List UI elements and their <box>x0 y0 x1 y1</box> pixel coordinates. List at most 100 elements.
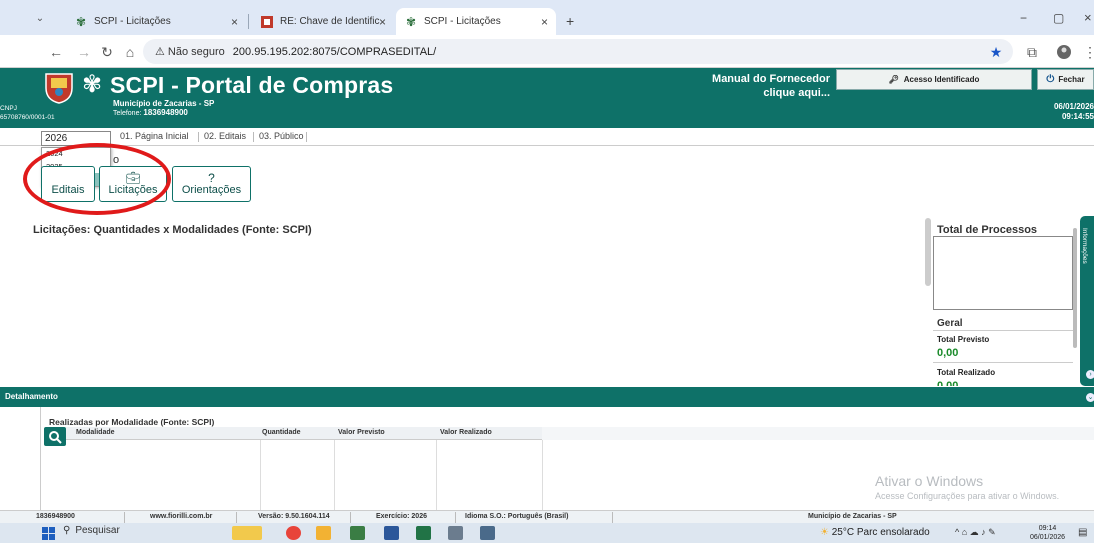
nav-separator <box>306 132 307 142</box>
new-tab-button[interactable]: + <box>566 13 574 29</box>
clock-date: 06/01/2026 <box>1030 534 1066 541</box>
maximize-icon[interactable]: ▢ <box>1053 11 1064 25</box>
status-separator <box>124 512 125 523</box>
close-tab-icon[interactable]: × <box>541 15 548 29</box>
date-time: 06/01/2026 09:14:55 <box>1040 102 1094 122</box>
detalhamento-bar[interactable]: Detalhamento <box>0 387 1094 407</box>
orientacoes-label: Orientações <box>181 184 242 196</box>
status-versao: Versão: 9.50.1604.114 <box>258 513 330 520</box>
orientacoes-button[interactable]: ? Orientações <box>172 166 251 202</box>
tab-label: SCPI - Licitações <box>424 16 501 27</box>
nav-pagina-inicial[interactable]: 01. Página Inicial <box>120 131 189 141</box>
taskbar-widget-icon[interactable] <box>232 526 262 540</box>
editais-label: Editais <box>51 184 85 196</box>
divider <box>933 330 1073 331</box>
close-tab-icon[interactable]: × <box>231 15 238 29</box>
windows-activation-watermark: Ativar o Windows Acesse Configurações pa… <box>875 473 1059 501</box>
weather-label: 25°C Parc ensolarado <box>831 527 930 538</box>
portal-title: SCPI - Portal de Compras <box>110 72 394 98</box>
minimize-icon[interactable]: − <box>1020 11 1027 25</box>
col-valor-previsto[interactable]: Valor Previsto <box>338 429 385 436</box>
forward-icon[interactable]: → <box>74 42 94 62</box>
manual-fornecedor-link[interactable]: Manual do Fornecedor clique aqui... <box>690 72 830 100</box>
taskbar-search[interactable]: ⚲ Pesquisar <box>63 525 120 536</box>
licitacoes-button[interactable]: 💼︎ Licitações <box>99 166 167 202</box>
divider <box>933 362 1073 363</box>
scpi-app-icon[interactable] <box>350 526 365 540</box>
app-icon[interactable] <box>480 526 495 540</box>
status-bar: 1836948900 www.fiorilli.com.br Versão: 9… <box>0 510 1094 523</box>
nav-publico[interactable]: 03. Público <box>259 131 304 141</box>
total-processos-title: Total de Processos <box>937 224 1038 236</box>
municipal-coat-of-arms-logo <box>45 73 73 104</box>
tab-scpi-licitacoes-1[interactable]: ✾ SCPI - Licitações × <box>66 8 246 35</box>
weather-sun-icon: ☀ <box>820 527 829 538</box>
briefcase-icon: 💼︎ <box>125 171 141 185</box>
close-window-icon[interactable]: × <box>1084 10 1092 25</box>
year-option[interactable]: 2024 <box>42 148 110 161</box>
browser-tab-bar: ⌄ ✾ SCPI - Licitações × RE: Chave de Ide… <box>0 0 1094 35</box>
scpi-favicon-icon: ✾ <box>75 14 87 29</box>
url-input[interactable]: ⚠ Não seguro 200.95.195.202:8075/COMPRAS… <box>143 39 1013 64</box>
status-separator <box>612 512 613 523</box>
tab-scpi-licitacoes-active[interactable]: ✾ SCPI - Licitações × <box>396 8 556 35</box>
collapse-arrow-icon[interactable]: › <box>1086 370 1094 379</box>
column-divider <box>436 440 437 510</box>
menu-kebab-icon[interactable]: ⋮ <box>1080 42 1094 62</box>
chart-title: Licitações: Quantidades x Modalidades (F… <box>33 224 312 236</box>
back-icon[interactable]: ← <box>46 42 66 62</box>
cnpj-label: CNPJ <box>0 105 17 112</box>
col-modalidade[interactable]: Modalidade <box>76 429 115 436</box>
col-quantidade[interactable]: Quantidade <box>262 429 301 436</box>
acesso-label: Acesso Identificado <box>903 75 980 84</box>
expand-arrow-icon[interactable]: ⌄ <box>1086 393 1094 402</box>
right-panel-scrollbar[interactable] <box>925 218 931 286</box>
chrome-icon[interactable] <box>286 526 301 540</box>
security-label: Não seguro <box>167 46 225 58</box>
cnpj-block: CNPJ 65708760/0001-01 <box>0 104 55 122</box>
table-header: Modalidade Quantidade Valor Previsto Val… <box>66 427 542 440</box>
scpi-emblem-icon: ✾ <box>82 71 103 98</box>
tab-list-chevron-icon[interactable]: ⌄ <box>30 8 50 28</box>
weather-widget[interactable]: ☀ 25°C Parc ensolarado <box>820 527 930 538</box>
system-tray-icons[interactable]: ^ ⌂ ☁ ♪ ✎ <box>955 527 996 538</box>
page-heading-partial: o <box>113 154 120 166</box>
home-icon[interactable]: ⌂ <box>120 42 140 62</box>
fechar-label: Fechar <box>1058 75 1085 84</box>
status-municipio: Município de Zacarias - SP <box>808 513 897 520</box>
not-secure-warning-icon[interactable]: ⚠ Não seguro <box>155 45 225 58</box>
search-button[interactable] <box>44 427 66 446</box>
profile-avatar-icon[interactable] <box>1054 42 1074 62</box>
right-panel-inner-scrollbar[interactable] <box>1073 228 1077 348</box>
power-icon: ⏻ <box>1046 74 1055 85</box>
bookmark-star-icon[interactable]: ★ <box>986 42 1006 62</box>
file-explorer-icon[interactable] <box>316 526 331 540</box>
extensions-icon[interactable]: ⧉ <box>1022 42 1042 62</box>
licitacoes-label: Licitações <box>108 184 158 196</box>
tab-label: RE: Chave de Identificação para <box>280 16 380 27</box>
excel-icon[interactable] <box>416 526 431 540</box>
tab-email[interactable]: RE: Chave de Identificação para × <box>252 8 394 35</box>
url-text: 200.95.195.202:8075/COMPRASEDITAL/ <box>232 45 437 58</box>
status-site[interactable]: www.fiorilli.com.br <box>150 513 212 520</box>
fechar-button[interactable]: ⏻ Fechar <box>1037 69 1094 90</box>
portal-header: ✾ SCPI - Portal de Compras Município de … <box>0 68 1094 128</box>
status-phone: 1836948900 <box>36 513 75 520</box>
nav-editais[interactable]: 02. Editais <box>204 131 246 141</box>
table-header-filler <box>542 427 1094 440</box>
status-separator <box>455 512 456 523</box>
year-select[interactable]: 2026 <box>41 131 111 146</box>
windows-start-icon[interactable] <box>42 527 55 540</box>
close-tab-icon[interactable]: × <box>379 15 386 29</box>
word-icon[interactable] <box>384 526 399 540</box>
total-previsto-value: 0,00 <box>937 347 959 359</box>
reload-icon[interactable]: ↻ <box>97 42 117 62</box>
app-icon[interactable] <box>448 526 463 540</box>
acesso-identificado-button[interactable]: 🔑︎ Acesso Identificado <box>836 69 1032 90</box>
notification-icon[interactable]: ▤ <box>1078 527 1087 538</box>
editais-button[interactable]: Editais <box>41 166 95 202</box>
search-icon <box>49 430 62 444</box>
col-valor-realizado[interactable]: Valor Realizado <box>440 429 492 436</box>
column-divider <box>542 440 543 510</box>
taskbar-clock[interactable]: 09:14 06/01/2026 <box>1030 524 1065 542</box>
